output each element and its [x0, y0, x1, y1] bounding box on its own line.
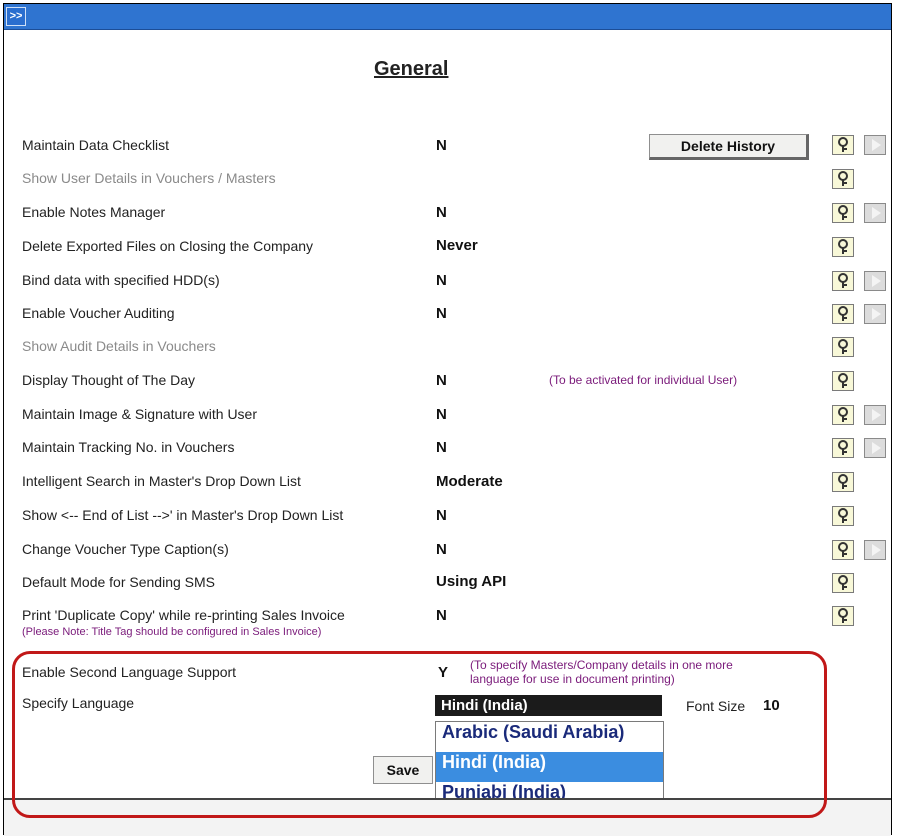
setting-value[interactable]: Using API: [436, 573, 506, 590]
row-image-signature: Maintain Image & Signature with User N: [4, 403, 891, 433]
row-enable-notes-manager: Enable Notes Manager N: [4, 201, 891, 231]
setting-label: Bind data with specified HDD(s): [22, 272, 220, 288]
row-delete-exported-files: Delete Exported Files on Closing the Com…: [4, 235, 891, 265]
row-thought-of-the-day: Display Thought of The Day N (To be acti…: [4, 369, 891, 399]
right-arrow-icon[interactable]: [864, 203, 886, 223]
setting-value[interactable]: N: [436, 541, 447, 558]
setting-note: (Please Note: Title Tag should be config…: [22, 626, 322, 638]
setting-label: Display Thought of The Day: [22, 372, 196, 388]
help-key-icon[interactable]: [832, 304, 854, 324]
setting-label: Delete Exported Files on Closing the Com…: [22, 238, 314, 254]
language-option[interactable]: Hindi (India): [436, 752, 663, 782]
collapse-button[interactable]: >>: [6, 7, 26, 26]
setting-value[interactable]: N: [436, 439, 447, 456]
row-tracking-no: Maintain Tracking No. in Vouchers N: [4, 436, 891, 466]
setting-value[interactable]: N: [436, 507, 447, 524]
row-voucher-type-caption: Change Voucher Type Caption(s) N: [4, 538, 891, 568]
row-sms-mode: Default Mode for Sending SMS Using API: [4, 571, 891, 601]
second-language-note-line1: (To specify Masters/Company details in o…: [470, 658, 733, 672]
help-key-icon[interactable]: [832, 606, 854, 626]
help-key-icon[interactable]: [832, 237, 854, 257]
font-size-value[interactable]: 10: [763, 697, 780, 714]
language-select[interactable]: Hindi (India): [435, 695, 662, 716]
setting-label: Maintain Tracking No. in Vouchers: [22, 439, 235, 455]
help-key-icon[interactable]: [832, 337, 854, 357]
setting-label: Enable Notes Manager: [22, 204, 166, 220]
help-key-icon[interactable]: [832, 169, 854, 189]
help-key-icon[interactable]: [832, 135, 854, 155]
font-size-label: Font Size: [686, 698, 746, 714]
setting-value[interactable]: Y: [438, 664, 448, 681]
right-arrow-icon[interactable]: [864, 540, 886, 560]
setting-label: Print 'Duplicate Copy' while re-printing…: [22, 607, 345, 623]
row-enable-voucher-auditing: Enable Voucher Auditing N: [4, 302, 891, 332]
right-arrow-icon[interactable]: [864, 405, 886, 425]
right-arrow-icon[interactable]: [864, 271, 886, 291]
setting-label: Maintain Image & Signature with User: [22, 406, 257, 422]
setting-value[interactable]: N: [436, 272, 447, 289]
help-key-icon[interactable]: [832, 472, 854, 492]
setting-value[interactable]: Moderate: [436, 473, 503, 490]
right-arrow-icon[interactable]: [864, 135, 886, 155]
title-bar: >>: [4, 4, 891, 30]
help-key-icon[interactable]: [832, 506, 854, 526]
setting-label: Intelligent Search in Master's Drop Down…: [22, 473, 301, 489]
language-option[interactable]: Arabic (Saudi Arabia): [436, 722, 663, 752]
row-bind-data-hdd: Bind data with specified HDD(s) N: [4, 269, 891, 299]
row-show-audit-details: Show Audit Details in Vouchers: [4, 335, 891, 365]
right-arrow-icon[interactable]: [864, 438, 886, 458]
save-button[interactable]: Save: [373, 756, 433, 784]
setting-label: Show User Details in Vouchers / Masters: [22, 170, 276, 186]
specify-language-label: Specify Language: [22, 695, 135, 711]
setting-value[interactable]: N: [436, 137, 447, 154]
setting-value[interactable]: N: [436, 305, 447, 322]
help-key-icon[interactable]: [832, 405, 854, 425]
help-key-icon[interactable]: [832, 540, 854, 560]
row-end-of-list: Show <-- End of List -->' in Master's Dr…: [4, 504, 891, 534]
help-key-icon[interactable]: [832, 271, 854, 291]
setting-label: Enable Voucher Auditing: [22, 305, 175, 321]
setting-value[interactable]: N: [436, 607, 447, 624]
page-title: General: [374, 58, 449, 80]
bottom-pane: [4, 800, 891, 836]
setting-value[interactable]: N: [436, 204, 447, 221]
setting-label: Default Mode for Sending SMS: [22, 574, 215, 590]
help-key-icon[interactable]: [832, 203, 854, 223]
setting-value[interactable]: N: [436, 406, 447, 423]
thought-note: (To be activated for individual User): [549, 373, 738, 387]
row-show-user-details: Show User Details in Vouchers / Masters: [4, 167, 891, 197]
setting-label: Enable Second Language Support: [22, 664, 237, 680]
right-arrow-icon[interactable]: [864, 304, 886, 324]
setting-label: Maintain Data Checklist: [22, 137, 170, 153]
row-second-language: Enable Second Language Support Y (To spe…: [4, 658, 891, 694]
row-duplicate-copy: Print 'Duplicate Copy' while re-printing…: [4, 604, 891, 648]
row-maintain-data-checklist: Maintain Data Checklist N: [4, 134, 891, 164]
setting-label: Show <-- End of List -->' in Master's Dr…: [22, 507, 344, 523]
help-key-icon[interactable]: [832, 573, 854, 593]
setting-value[interactable]: Never: [436, 237, 478, 254]
setting-label: Change Voucher Type Caption(s): [22, 541, 229, 557]
settings-window: >> General Delete History Maintain Data …: [3, 3, 892, 836]
setting-label: Show Audit Details in Vouchers: [22, 338, 216, 354]
row-intelligent-search: Intelligent Search in Master's Drop Down…: [4, 470, 891, 500]
second-language-note-line2: language for use in document printing): [470, 672, 675, 686]
help-key-icon[interactable]: [832, 371, 854, 391]
setting-value[interactable]: N: [436, 372, 447, 389]
help-key-icon[interactable]: [832, 438, 854, 458]
